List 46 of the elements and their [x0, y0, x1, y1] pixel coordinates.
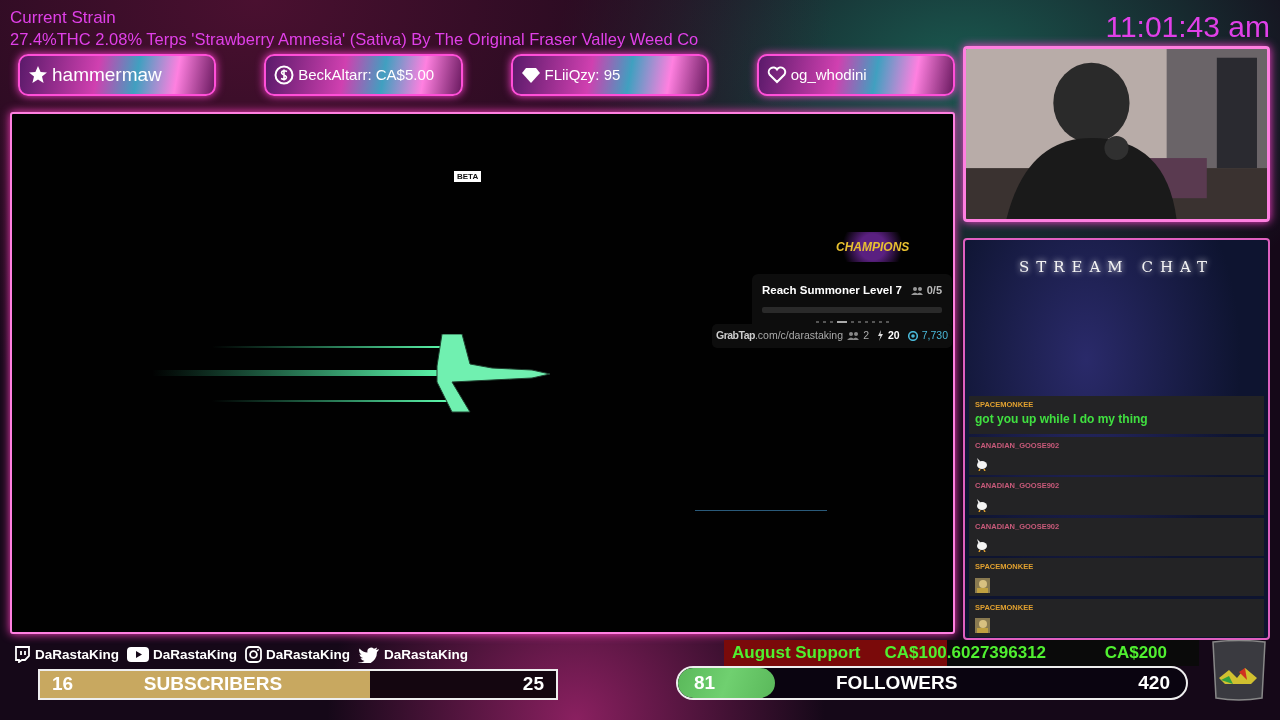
glass-jar-icon — [1211, 640, 1267, 702]
coin-count: 7,730 — [921, 328, 948, 343]
dollar-coin-icon — [274, 65, 295, 85]
social-handle[interactable]: DaRastaKing — [266, 644, 351, 665]
social-handle[interactable]: DaRastaKing — [153, 644, 238, 665]
chat-title: STREAM CHAT — [1017, 257, 1216, 278]
goose-emote-icon — [975, 537, 989, 552]
challenge-title: Reach Summoner Level 7 — [762, 283, 902, 298]
bird-icon — [358, 646, 381, 664]
people-icon — [847, 331, 860, 341]
youtube-icon — [127, 646, 150, 664]
goose-emote-icon — [975, 496, 989, 512]
instagram-icon — [245, 646, 263, 664]
goal-target: CA$200 — [1104, 642, 1167, 665]
goal-target: 25 — [522, 672, 544, 697]
coin-icon — [907, 330, 918, 341]
strain-heading: Current Strain — [10, 8, 117, 28]
bolt-icon — [877, 330, 885, 342]
participant-count: 0/5 — [926, 283, 942, 299]
chat-text: got you up while I do my thing — [975, 411, 1149, 429]
people-icon — [910, 286, 923, 296]
clock-time: 11:01:43 am — [1104, 9, 1270, 45]
goose-emote-icon — [975, 456, 989, 471]
social-handle[interactable]: DaRastaKing — [35, 644, 120, 665]
star-icon — [28, 65, 48, 85]
alert-text: BeckAltarr: CA$5.00 — [298, 64, 435, 85]
brand-logo: GrabTap — [716, 328, 755, 343]
alert-text: hammermaw — [52, 62, 162, 87]
twitch-icon — [14, 646, 31, 664]
goal-label: August Support — [732, 642, 861, 665]
viewer-count: 2 — [863, 328, 870, 343]
goal-current: CA$100.6027396312 — [884, 642, 1047, 665]
alert-text: og_whodini — [790, 64, 867, 85]
social-handle[interactable]: DaRastaKing — [384, 644, 469, 665]
heart-icon — [766, 65, 787, 85]
diamond-icon — [520, 65, 541, 85]
goal-current: 16 — [52, 672, 74, 697]
alert-text: FLiiQzy: 95 — [544, 64, 621, 85]
goal-target: 420 — [1138, 670, 1170, 695]
goal-label: FOLLOWERS — [836, 670, 958, 695]
beta-badge: BETA — [454, 171, 482, 182]
goal-current: 81 — [694, 670, 716, 695]
goal-label: SUBSCRIBERS — [143, 672, 283, 697]
channel-link[interactable]: .com/c/darastaking — [754, 328, 844, 344]
strain-text: 27.4%THC 2.08% Terps 'Strawberry Amnesia' (Sativa) By The Original Fraser Valley Weed Co — [10, 29, 700, 50]
boost-count: 20 — [888, 328, 900, 343]
